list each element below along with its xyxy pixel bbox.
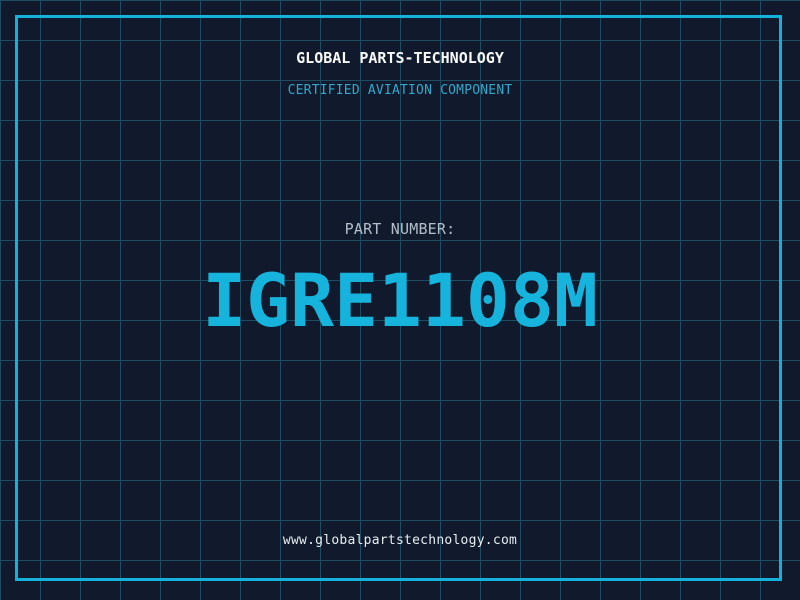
website-url: www.globalpartstechnology.com	[282, 533, 518, 548]
blueprint-grid: GLOBAL PARTS-TECHNOLOGY CERTIFIED AVIATI…	[0, 0, 800, 600]
part-number-value: IGRE1108M	[202, 259, 598, 344]
company-name: GLOBAL PARTS-TECHNOLOGY	[296, 49, 504, 67]
part-number-label: PART NUMBER:	[344, 220, 456, 238]
certification-subtitle: CERTIFIED AVIATION COMPONENT	[287, 83, 513, 98]
